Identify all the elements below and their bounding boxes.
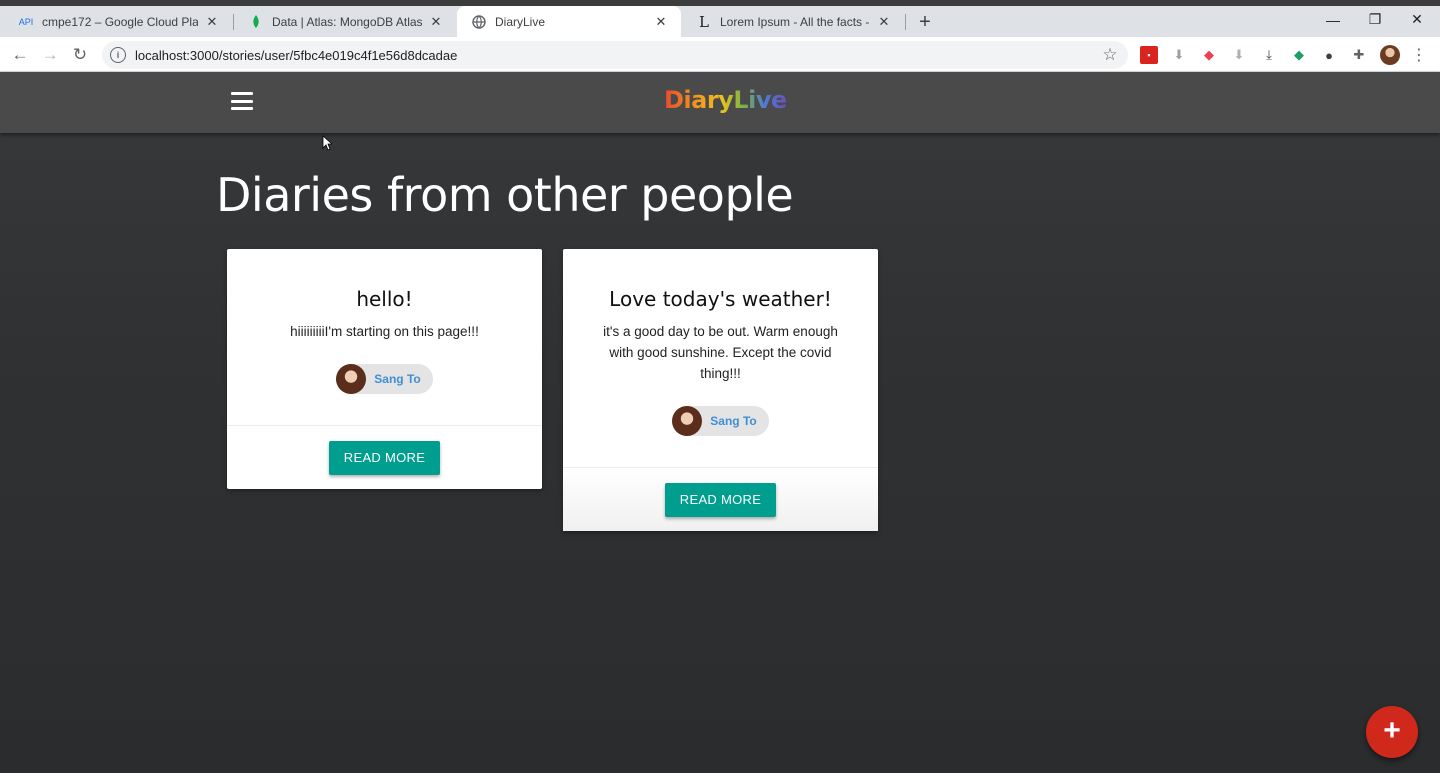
pocket-icon[interactable]: ◆ [1200,46,1218,64]
card-action: READ MORE [563,467,878,531]
lipsum-icon: L [699,12,709,31]
window-close-button[interactable]: ✕ [1396,6,1438,33]
page-content: DiaryLive Diaries from other people hell… [0,72,1440,773]
author-name[interactable]: Sang To [374,372,420,386]
download-icon[interactable]: ⤓ [1260,46,1278,64]
extension-download-gray-icon[interactable]: ⬇ [1170,46,1188,64]
tab-title: cmpe172 – Google Cloud Platform [42,14,198,29]
tab-bar: API cmpe172 – Google Cloud Platform ✕ Da… [0,6,1440,37]
profile-avatar[interactable] [1380,45,1400,65]
minimize-button[interactable]: — [1312,6,1354,33]
story-body: hiiiiiiiiiI'm starting on this page!!! [290,324,479,339]
page-title: Diaries from other people [216,168,794,222]
extension-red-icon[interactable]: ▪ [1140,46,1158,64]
mongodb-leaf-icon [248,14,264,30]
extension-people-icon[interactable]: ● [1320,46,1338,64]
close-icon[interactable]: ✕ [653,14,669,30]
card-action: READ MORE [227,425,542,489]
story-body: it's a good day to be out. Warm enough w… [603,324,838,381]
author-avatar [336,364,367,394]
plus-icon: + [1383,714,1401,747]
extension-arrow-gray-icon[interactable]: ⬇ [1230,46,1248,64]
author-chip[interactable]: Sang To [336,364,433,394]
bookmark-star-icon[interactable]: ☆ [1100,45,1120,65]
extensions-puzzle-icon[interactable]: ✚ [1350,46,1368,64]
browser-toolbar: ← → ↻ i localhost:3000/stories/user/5fbc… [0,37,1440,72]
hamburger-menu-icon[interactable] [231,92,253,110]
tab-diarylive[interactable]: DiaryLive ✕ [457,6,681,37]
app-logo[interactable]: DiaryLive [664,86,787,120]
tab-google-cloud[interactable]: API cmpe172 – Google Cloud Platform ✕ [4,6,232,37]
address-bar[interactable]: i localhost:3000/stories/user/5fbc4e019c… [102,41,1128,69]
mouse-cursor-icon [322,135,332,151]
api-icon: API [18,16,34,27]
globe-icon [471,14,487,30]
new-tab-button[interactable]: + [914,11,936,33]
story-title: hello! [356,287,413,311]
reload-button[interactable]: ↻ [67,42,93,68]
story-card: Love today's weather! it's a good day to… [563,249,878,531]
tab-title: Data | Atlas: MongoDB Atlas [272,14,422,29]
browser-menu-icon[interactable]: ⋮ [1410,45,1428,65]
tab-title: Lorem Ipsum - All the facts - Lipsum [720,14,870,29]
story-card: hello! hiiiiiiiiiI'm starting on this pa… [227,249,542,489]
tab-lorem-ipsum[interactable]: L Lorem Ipsum - All the facts - Lipsum ✕ [682,6,904,37]
author-avatar [672,406,703,436]
url-text[interactable]: localhost:3000/stories/user/5fbc4e019c4f… [135,48,1100,63]
tab-mongodb-atlas[interactable]: Data | Atlas: MongoDB Atlas ✕ [234,6,456,37]
restore-button[interactable]: ❐ [1354,6,1396,33]
story-title: Love today's weather! [609,287,832,311]
extension-green-icon[interactable]: ◆ [1290,46,1308,64]
add-story-button[interactable]: + [1366,706,1418,758]
author-name[interactable]: Sang To [710,414,756,428]
read-more-button[interactable]: READ MORE [664,482,777,517]
close-icon[interactable]: ✕ [876,14,892,30]
app-navbar: DiaryLive [0,72,1440,133]
close-icon[interactable]: ✕ [428,14,444,30]
site-info-icon[interactable]: i [110,47,126,63]
author-chip[interactable]: Sang To [672,406,769,436]
back-button[interactable]: ← [7,42,33,68]
close-icon[interactable]: ✕ [204,14,220,30]
tab-title: DiaryLive [495,14,546,29]
tab-separator [905,14,906,30]
read-more-button[interactable]: READ MORE [328,440,441,475]
forward-button[interactable]: → [37,42,63,68]
